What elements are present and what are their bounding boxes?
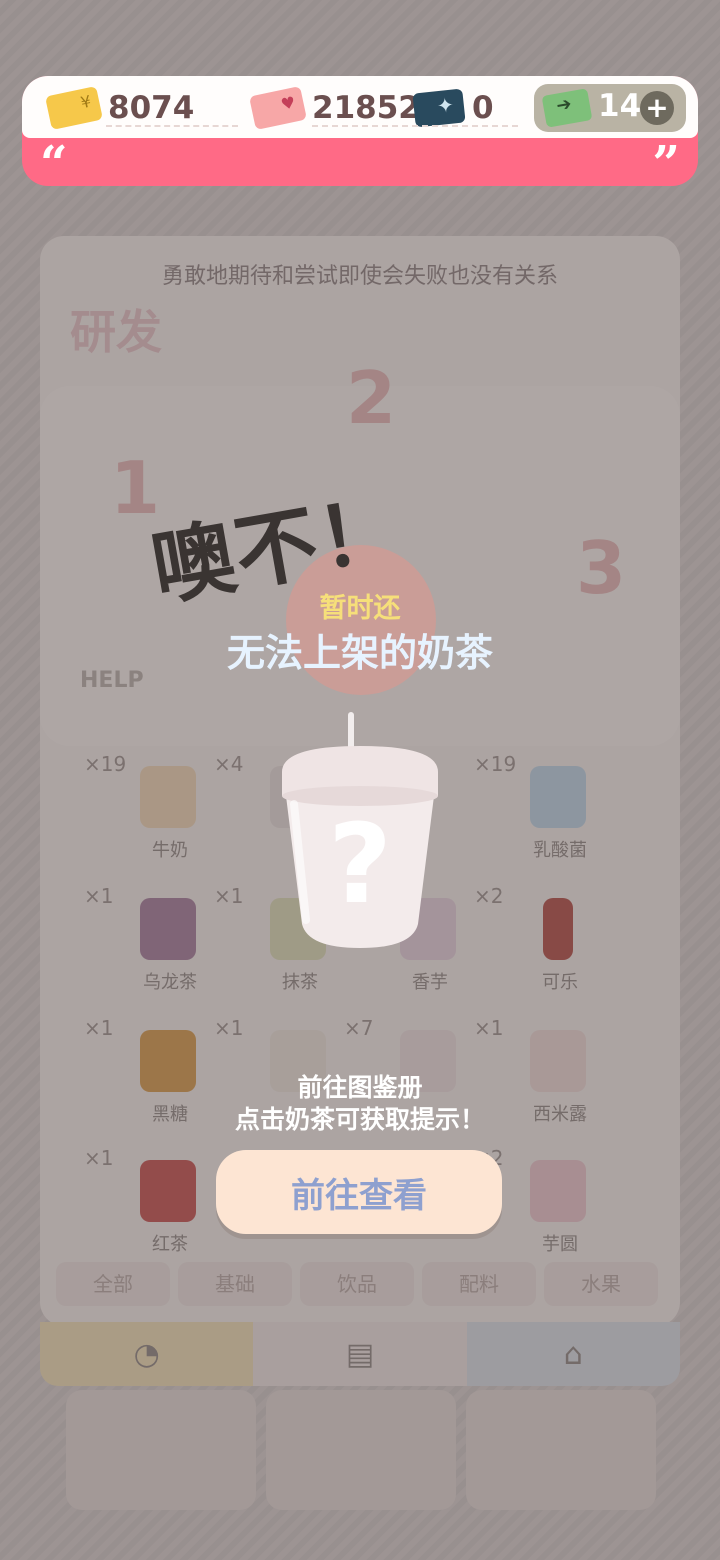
popup-subtitle: 无法上架的奶茶 — [226, 631, 493, 675]
star-card-icon — [412, 88, 466, 128]
question-mark: ? — [328, 800, 392, 928]
resource-bar: 8074 21852 0 14 + — [22, 76, 698, 138]
divider — [106, 125, 238, 127]
hint-line-1: 前往图鉴册 — [297, 1073, 423, 1102]
heart-card-icon — [249, 85, 307, 131]
go-view-button[interactable]: 前往查看 — [216, 1150, 502, 1234]
close-quote-icon: ” — [652, 136, 680, 192]
blue-card-counter: 0 — [412, 88, 494, 128]
mystery-milk-tea[interactable]: ? — [272, 712, 448, 952]
hint-line-2: 点击奶茶可获取提示！ — [234, 1105, 485, 1134]
gold-coin-counter: 8074 — [45, 85, 195, 131]
gold-card-icon — [45, 85, 103, 131]
mystery-cup-icon: ? — [282, 712, 438, 948]
ticket-counter[interactable]: 14 + — [534, 84, 686, 132]
blue-card-value: 0 — [472, 90, 494, 126]
add-ticket-button[interactable]: + — [640, 91, 674, 125]
resource-banner: 8074 21852 0 14 + “ ” — [22, 76, 698, 192]
ticket-value: 14 — [598, 88, 642, 124]
open-quote-icon: “ — [40, 136, 68, 192]
gold-coin-value: 8074 — [108, 90, 195, 126]
arrow-ticket-icon — [541, 88, 593, 128]
popup-subtitle-small: 暂时还 — [319, 593, 401, 624]
love-coin-value: 21852 — [312, 90, 420, 126]
love-coin-counter: 21852 — [249, 85, 420, 131]
divider — [312, 125, 518, 127]
